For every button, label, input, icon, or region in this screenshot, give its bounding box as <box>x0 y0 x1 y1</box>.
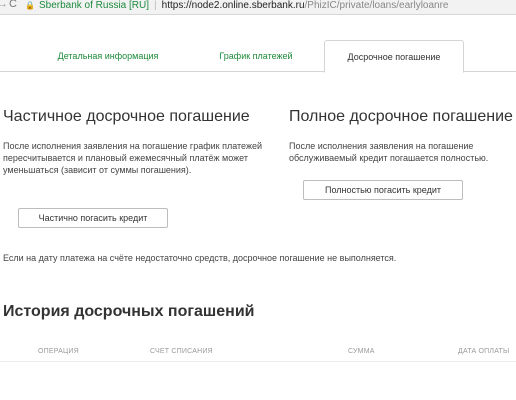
full-repay-button[interactable]: Полностью погасить кредит <box>303 180 463 200</box>
url-bar[interactable]: 🔒 Sberbank of Russia [RU] | https://node… <box>25 0 516 12</box>
url-host: https://node2.online.sberbank.ru <box>161 0 305 11</box>
browser-address-bar: → C 🔒 Sberbank of Russia [RU] | https://… <box>0 0 516 15</box>
tab-details[interactable]: Детальная информация <box>26 40 190 71</box>
partial-repayment-description: После исполнения заявления на погашение … <box>3 141 262 175</box>
column-payment-date: ДАТА ОПЛАТЫ <box>458 348 510 355</box>
column-amount: СУММА <box>348 348 375 355</box>
history-header-divider <box>0 361 516 362</box>
lock-icon: 🔒 <box>25 1 35 10</box>
partial-repayment-title: Частичное досрочное погашение <box>3 108 250 125</box>
forward-arrow-icon[interactable]: → <box>0 0 8 10</box>
column-operation: ОПЕРАЦИЯ <box>38 348 79 355</box>
tab-payment-schedule[interactable]: График платежей <box>196 40 316 71</box>
reload-icon[interactable]: C <box>9 0 17 10</box>
column-debit-account: СЧЕТ СПИСАНИЯ <box>150 348 213 355</box>
url-separator: | <box>154 0 157 11</box>
partial-repay-button[interactable]: Частично погасить кредит <box>18 208 168 228</box>
full-repayment-title: Полное досрочное погашение <box>289 108 513 125</box>
tab-early-repayment[interactable]: Досрочное погашение <box>324 40 464 73</box>
insufficient-funds-note: Если на дату платежа на счёте недостаточ… <box>3 253 397 263</box>
site-identity: Sberbank of Russia [RU] <box>38 0 150 11</box>
url-path: /PhizIC/private/loans/earlyloanre <box>304 0 449 11</box>
history-title: История досрочных погашений <box>3 303 255 320</box>
full-repayment-description: После исполнения заявления на погашение … <box>289 141 489 163</box>
